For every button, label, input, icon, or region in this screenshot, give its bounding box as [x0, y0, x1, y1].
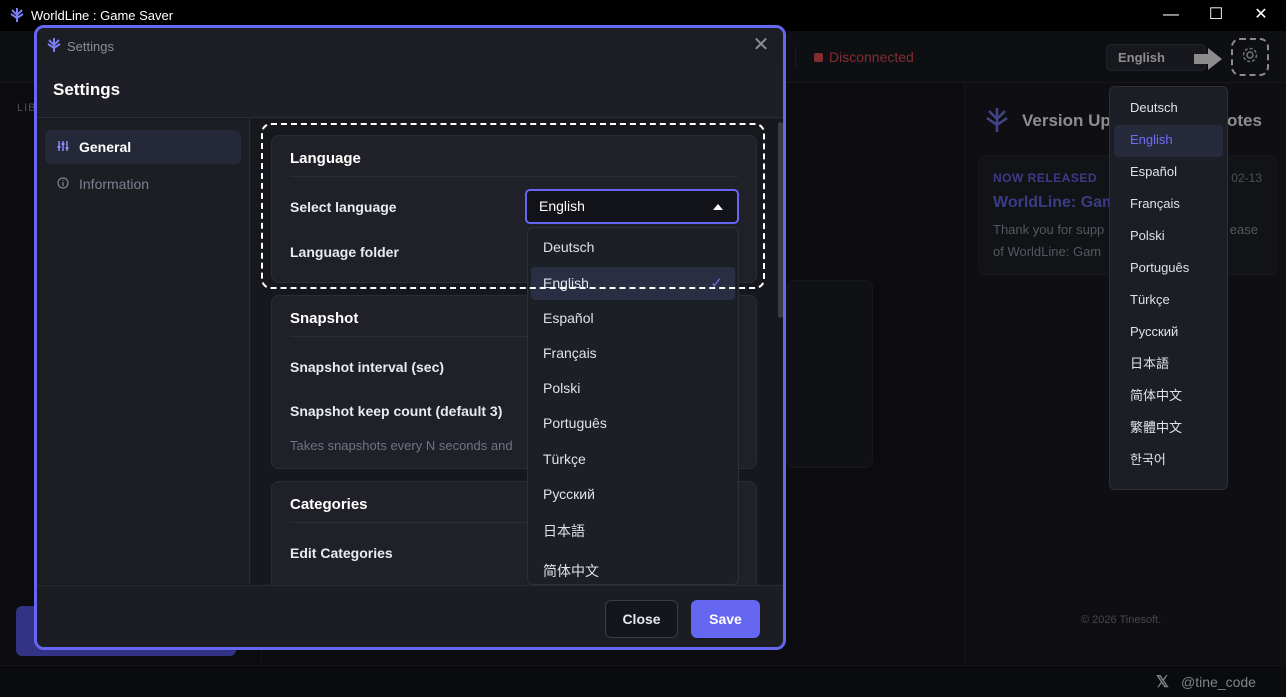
language-option[interactable]: 简体中文: [531, 555, 735, 584]
save-button[interactable]: Save: [691, 600, 760, 638]
language-option[interactable]: Polski: [531, 372, 735, 405]
dialog-footer: Close Save: [37, 585, 783, 647]
language-option-label: 简体中文: [543, 563, 599, 579]
window-close-button[interactable]: ✕: [1246, 4, 1276, 26]
nav-information[interactable]: Information: [45, 167, 241, 201]
language-menu-item[interactable]: English: [1114, 125, 1223, 157]
language-menu-item[interactable]: Deutsch: [1114, 93, 1223, 125]
dialog-close-icon[interactable]: ✕: [749, 34, 773, 58]
language-option[interactable]: Türkçe: [531, 443, 735, 476]
minimize-button[interactable]: —: [1156, 4, 1186, 26]
language-menu-item[interactable]: 繁體中文: [1114, 413, 1223, 445]
language-option-label: Русский: [543, 486, 595, 502]
categories-card-title: Categories: [290, 496, 368, 513]
snapshot-card-title: Snapshot: [290, 310, 359, 327]
nav-general[interactable]: General: [45, 130, 241, 164]
info-icon: [57, 176, 69, 192]
language-option[interactable]: Русский: [531, 478, 735, 511]
language-option-label: Español: [543, 310, 594, 326]
app-logo-icon: [46, 36, 62, 59]
language-option-label: Português: [543, 415, 607, 431]
language-menu-item[interactable]: Polski: [1114, 221, 1223, 253]
snapshot-interval-label: Snapshot interval (sec): [290, 359, 445, 375]
snapshot-hint: Takes snapshots every N seconds and: [290, 438, 513, 453]
language-option-label: Türkçe: [543, 451, 586, 467]
language-option[interactable]: Español: [531, 302, 735, 335]
language-menu-item[interactable]: Português: [1114, 253, 1223, 285]
header-language-menu: Deutsch English Español Français Polski Portu…: [1109, 86, 1228, 490]
close-button[interactable]: Close: [605, 600, 678, 638]
edit-categories-label: Edit Categories: [290, 545, 393, 561]
content-scrollbar[interactable]: [778, 122, 783, 318]
snapshot-keep-label: Snapshot keep count (default 3): [290, 403, 503, 419]
maximize-button[interactable]: ☐: [1201, 4, 1231, 26]
language-option[interactable]: 日本語: [531, 515, 735, 548]
nav-general-label: General: [79, 139, 132, 155]
language-menu-item[interactable]: 简体中文: [1114, 381, 1223, 413]
language-menu-item[interactable]: 日本語: [1114, 349, 1223, 381]
language-menu-item[interactable]: 한국어: [1114, 445, 1223, 477]
language-option-label: 日本語: [543, 523, 585, 539]
language-menu-item[interactable]: Русский: [1114, 317, 1223, 349]
dialog-heading: Settings: [53, 80, 121, 99]
highlight-frame: [261, 123, 765, 289]
dialog-header: Settings: [37, 64, 783, 118]
language-menu-item[interactable]: Español: [1114, 157, 1223, 189]
dialog-titlebar: Settings ✕: [37, 28, 783, 64]
language-option-label: Français: [543, 345, 597, 361]
window-title: WorldLine : Game Saver: [31, 8, 174, 23]
settings-dialog: Settings ✕ Settings General Information …: [34, 25, 786, 650]
nav-information-label: Information: [79, 176, 150, 192]
language-option[interactable]: Português: [531, 407, 735, 440]
dialog-window-title: Settings: [67, 39, 114, 54]
language-menu-item[interactable]: Français: [1114, 189, 1223, 221]
language-option[interactable]: Français: [531, 337, 735, 370]
app-logo-icon: [8, 6, 26, 29]
language-menu-item[interactable]: Türkçe: [1114, 285, 1223, 317]
settings-sidebar: General Information: [37, 119, 250, 584]
modal-backdrop-footer: [0, 665, 1286, 697]
language-option-label: Polski: [543, 380, 581, 396]
sliders-icon: [57, 139, 69, 155]
